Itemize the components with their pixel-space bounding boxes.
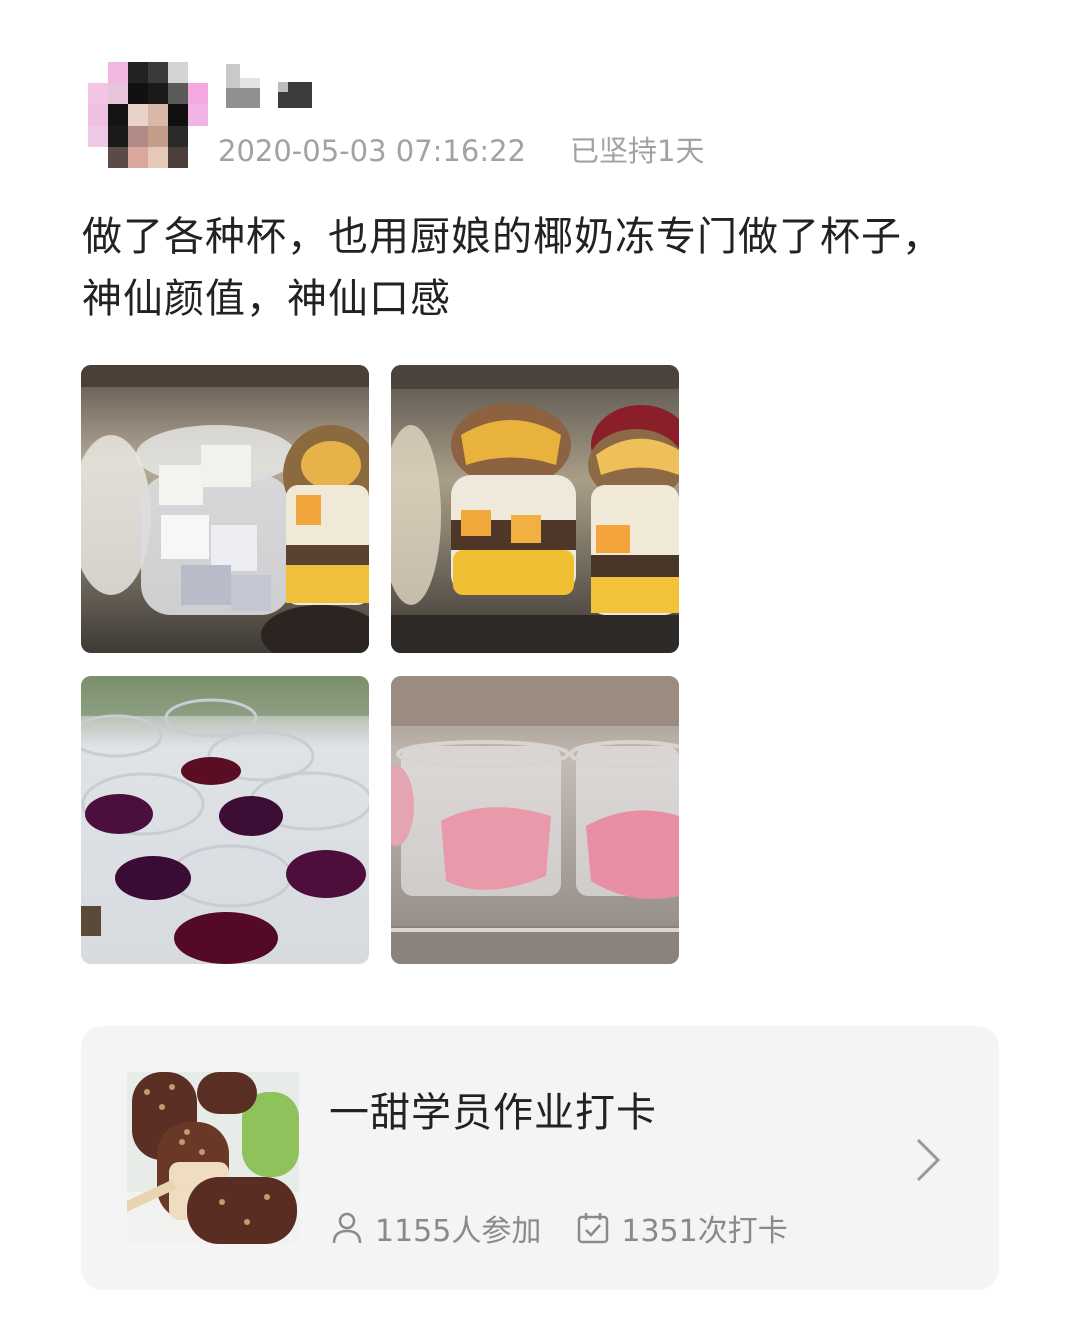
photo-2[interactable] — [391, 365, 679, 653]
post-meta: 2020-05-03 07:16:22 已坚持1天 — [218, 128, 704, 170]
checkin-stats: 1155人参加 1351次打卡 — [329, 1206, 788, 1250]
checkins-count: 1351次打卡 — [621, 1214, 788, 1249]
checkin-thumbnail — [127, 1072, 299, 1244]
photo-3[interactable] — [81, 676, 369, 964]
post-timestamp: 2020-05-03 07:16:22 — [218, 134, 526, 168]
participants-stat: 1155人参加 — [329, 1206, 541, 1250]
streak-label: 已坚持1天 — [570, 134, 705, 168]
person-icon — [332, 1212, 362, 1244]
post-text: 做了各种杯，也用厨娘的椰奶冻专门做了杯子，神仙颜值，神仙口感 — [82, 214, 943, 322]
checkins-stat: 1351次打卡 — [575, 1206, 788, 1250]
calendar-check-icon — [578, 1213, 609, 1244]
chevron-right-icon[interactable] — [913, 1136, 943, 1184]
username-blurred[interactable] — [226, 64, 316, 108]
avatar[interactable] — [88, 62, 208, 168]
photo-dessert-cups-coconut-jelly — [81, 365, 369, 653]
checkin-title: 一甜学员作业打卡 — [329, 1090, 657, 1136]
popsicle-thumbnail — [127, 1072, 299, 1244]
photo-mousse-cups-pink — [391, 676, 679, 964]
checkin-card[interactable]: 一甜学员作业打卡 1155人参加 1351次打卡 — [81, 1026, 999, 1290]
photo-jelly-cups-purple — [81, 676, 369, 964]
photo-4[interactable] — [391, 676, 679, 964]
participants-count: 1155人参加 — [375, 1214, 542, 1249]
photo-dessert-cups-mango — [391, 365, 679, 653]
photo-1[interactable] — [81, 365, 369, 653]
